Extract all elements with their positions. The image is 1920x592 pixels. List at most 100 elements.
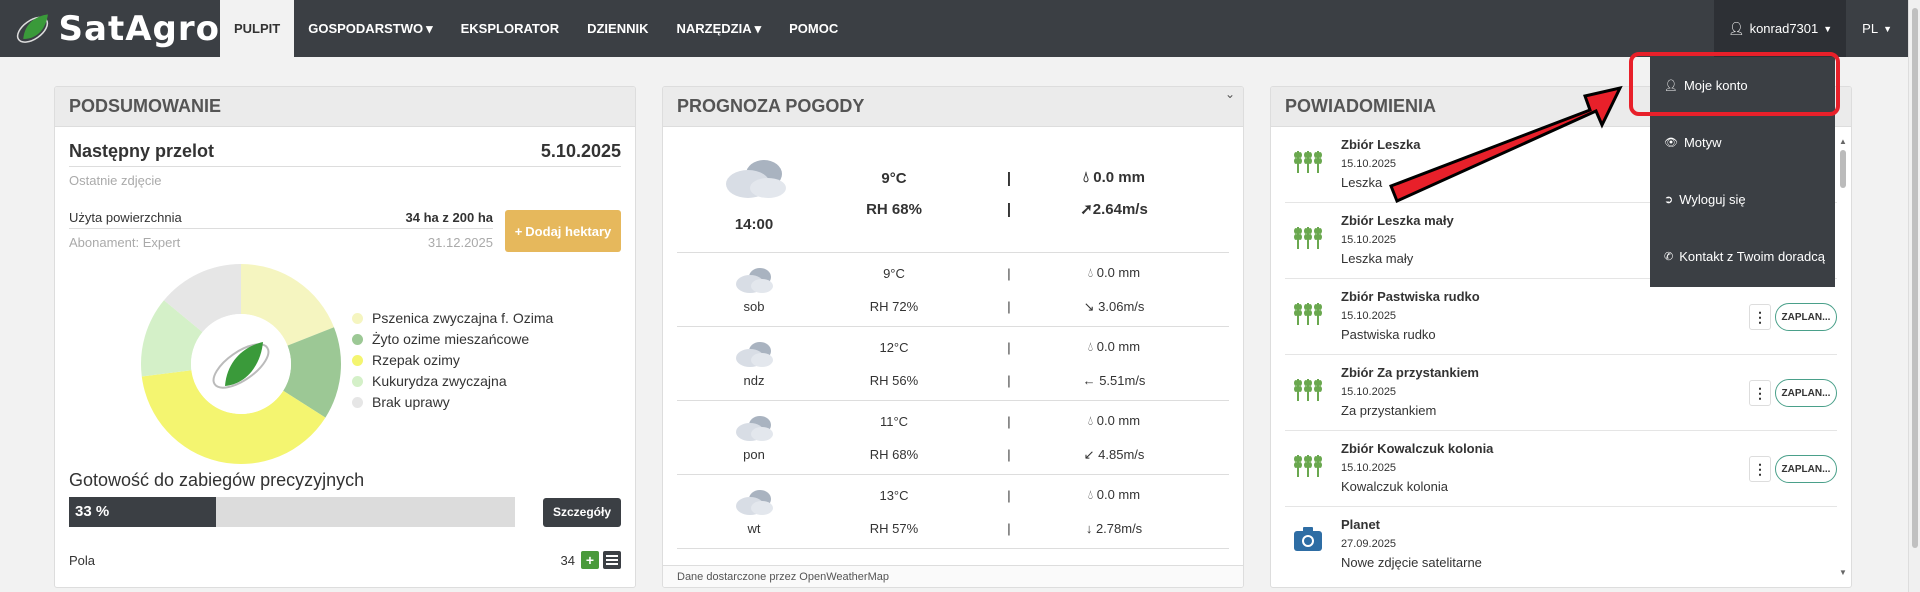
field-list-button[interactable] bbox=[603, 551, 621, 569]
legend-label: Brak uprawy bbox=[372, 394, 450, 410]
weather-title: PROGNOZA POGODY bbox=[663, 87, 1243, 127]
language-label: PL bbox=[1862, 21, 1879, 36]
language-menu[interactable]: PL ▼ bbox=[1846, 0, 1908, 57]
notification-date: 15.10.2025 bbox=[1341, 462, 1397, 474]
nav-item-pulpit[interactable]: PULPIT bbox=[220, 0, 295, 57]
notification-date: 15.10.2025 bbox=[1341, 310, 1397, 322]
readiness-progress-fill: 33 % bbox=[69, 497, 217, 527]
cloud-icon bbox=[736, 342, 773, 367]
forecast-rain: 0.0 mm bbox=[1096, 487, 1141, 502]
subscription-label: Abonament: Expert bbox=[69, 235, 181, 250]
wheat-icon bbox=[1294, 151, 1322, 173]
user-icon: 👤︎ bbox=[1728, 20, 1745, 36]
crop-donut-chart bbox=[141, 264, 341, 464]
separator: | bbox=[1006, 200, 1012, 218]
separator: | bbox=[1007, 487, 1011, 503]
forecast-rain: 0.0 mm bbox=[1096, 339, 1141, 354]
add-field-button[interactable]: + bbox=[581, 551, 599, 569]
notification-item[interactable]: Zbiór Pastwiska rudko 15.10.2025 Pastwis… bbox=[1285, 279, 1837, 355]
legend-dot bbox=[352, 333, 363, 345]
separator: | bbox=[1007, 298, 1011, 314]
cloud-icon bbox=[736, 268, 773, 293]
add-hectares-button[interactable]: + Dodaj hektary bbox=[505, 210, 621, 252]
forecast-temp: 9°C bbox=[883, 265, 905, 281]
notification-item[interactable]: Zbiór Za przystankiem 15.10.2025 Za przy… bbox=[1285, 355, 1837, 431]
nav-item-label: NARZĘDZIA bbox=[676, 21, 752, 36]
separator: | bbox=[1007, 446, 1011, 462]
forecast-row: ndz 12°C RH 56% | | 💧︎ 0.0 mm ← 5.51m/s bbox=[677, 327, 1229, 401]
notification-title: Zbiór Pastwiska rudko bbox=[1341, 289, 1480, 304]
forecast-row: wt 13°C RH 57% | | 💧︎ 0.0 mm ↓ 2.78m/s bbox=[677, 475, 1229, 549]
notification-title: Zbiór Kowalczuk kolonia bbox=[1341, 441, 1494, 456]
forecast-day: ndz bbox=[743, 373, 765, 388]
phone-icon: ✆ bbox=[1664, 251, 1674, 263]
legend-label: Kukurydza zwyczajna bbox=[372, 373, 507, 389]
dropdown-item[interactable]: 👁︎ Motyw bbox=[1650, 114, 1835, 171]
weather-now-rh: RH 68% bbox=[866, 200, 922, 218]
notification-date: 27.09.2025 bbox=[1341, 538, 1397, 550]
wheat-icon bbox=[1294, 303, 1322, 325]
used-area-value: 34 ha z 200 ha bbox=[405, 210, 493, 225]
readiness-progress-bar: 33 % bbox=[69, 497, 515, 527]
more-options-icon[interactable]: ⋮ bbox=[1749, 380, 1771, 406]
notification-title: Zbiór Leszka mały bbox=[1341, 213, 1454, 228]
forecast-rh: RH 68% bbox=[869, 446, 919, 462]
weather-panel: PROGNOZA POGODY ⌄ 14:00 9°C RH 68% | | 💧… bbox=[662, 86, 1244, 588]
crop-legend: Pszenica zwyczajna f. Ozima Żyto ozime mi… bbox=[352, 310, 553, 415]
legend-item[interactable]: Rzepak ozimy bbox=[352, 352, 553, 368]
forecast-wind: 3.06m/s bbox=[1098, 298, 1145, 314]
dropdown-item-label: Wyloguj się bbox=[1679, 192, 1746, 207]
rain-drop-icon: 💧︎ bbox=[1087, 412, 1094, 428]
separator: | bbox=[1007, 520, 1011, 536]
page-scrollbar[interactable] bbox=[1908, 0, 1920, 592]
notifications-scrollbar[interactable]: ▲ ▼ bbox=[1839, 137, 1847, 577]
notification-item[interactable]: Planet 27.09.2025 Nowe zdjęcie satelitar… bbox=[1285, 507, 1837, 572]
forecast-rain: 0.0 mm bbox=[1096, 412, 1141, 428]
eye-icon: 👁︎ bbox=[1664, 137, 1678, 149]
next-pass-date: 5.10.2025 bbox=[540, 141, 621, 161]
more-options-icon[interactable]: ⋮ bbox=[1749, 456, 1771, 482]
forecast-temp: 13°C bbox=[879, 487, 909, 503]
legend-item[interactable]: Żyto ozime mieszańcowe bbox=[352, 331, 553, 347]
highlight-box bbox=[1629, 52, 1840, 116]
last-photo-label: Ostatnie zdjęcie bbox=[69, 173, 162, 188]
weather-forecast-list: sob 9°C RH 72% | | 💧︎ 0.0 mm ↘ 3.06m/s ndz … bbox=[677, 253, 1229, 549]
notification-title: Zbiór Leszka bbox=[1341, 137, 1421, 152]
legend-item[interactable]: Brak uprawy bbox=[352, 394, 553, 410]
weather-now-time: 14:00 bbox=[734, 216, 774, 233]
plan-button[interactable]: ZAPLAN... bbox=[1775, 455, 1837, 483]
forecast-temp: 11°C bbox=[879, 413, 909, 429]
leaf-logo-icon bbox=[16, 13, 49, 43]
weather-now-rain: 0.0 mm bbox=[1093, 169, 1145, 186]
weather-now-temp: 9°C bbox=[881, 169, 907, 187]
nav-item-narzędzia[interactable]: NARZĘDZIA ▾ bbox=[662, 0, 775, 57]
user-menu[interactable]: 👤︎ konrad7301 ▼ bbox=[1714, 0, 1847, 57]
legend-item[interactable]: Pszenica zwyczajna f. Ozima bbox=[352, 310, 553, 326]
collapse-chevron-icon[interactable]: ⌄ bbox=[1225, 87, 1235, 101]
wheat-icon bbox=[1294, 455, 1322, 477]
notification-subtitle: Za przystankiem bbox=[1341, 403, 1437, 418]
more-options-icon[interactable]: ⋮ bbox=[1749, 304, 1771, 330]
logout-icon: ➲ bbox=[1664, 194, 1674, 206]
satagro-logo[interactable]: SatAgro bbox=[0, 0, 220, 57]
notification-title: Planet bbox=[1341, 517, 1381, 532]
plan-button[interactable]: ZAPLAN... bbox=[1775, 303, 1837, 331]
notification-date: 15.10.2025 bbox=[1341, 386, 1397, 398]
notification-subtitle: Leszka bbox=[1341, 175, 1383, 190]
nav-item-dziennik[interactable]: DZIENNIK bbox=[573, 0, 662, 57]
dropdown-item[interactable]: ✆ Kontakt z Twoim doradcą bbox=[1650, 228, 1835, 285]
forecast-row: sob 9°C RH 72% | | 💧︎ 0.0 mm ↘ 3.06m/s bbox=[677, 253, 1229, 327]
separator: | bbox=[1007, 339, 1011, 355]
dropdown-item-label: Motyw bbox=[1683, 135, 1722, 150]
details-button[interactable]: Szczegóły bbox=[543, 497, 621, 527]
used-area-label: Użyta powierzchnia bbox=[69, 210, 182, 225]
legend-item[interactable]: Kukurydza zwyczajna bbox=[352, 373, 553, 389]
plan-button[interactable]: ZAPLAN... bbox=[1775, 379, 1837, 407]
nav-item-pomoc[interactable]: POMOC bbox=[775, 0, 852, 57]
camera-icon bbox=[1294, 527, 1322, 551]
nav-item-gospodarstwo[interactable]: GOSPODARSTWO ▾ bbox=[294, 0, 446, 57]
dropdown-item[interactable]: ➲ Wyloguj się bbox=[1650, 171, 1835, 228]
notification-item[interactable]: Zbiór Kowalczuk kolonia 15.10.2025 Kowal… bbox=[1285, 431, 1837, 507]
nav-item-eksplorator[interactable]: EKSPLORATOR bbox=[447, 0, 573, 57]
forecast-wind: 4.85m/s bbox=[1098, 446, 1145, 462]
